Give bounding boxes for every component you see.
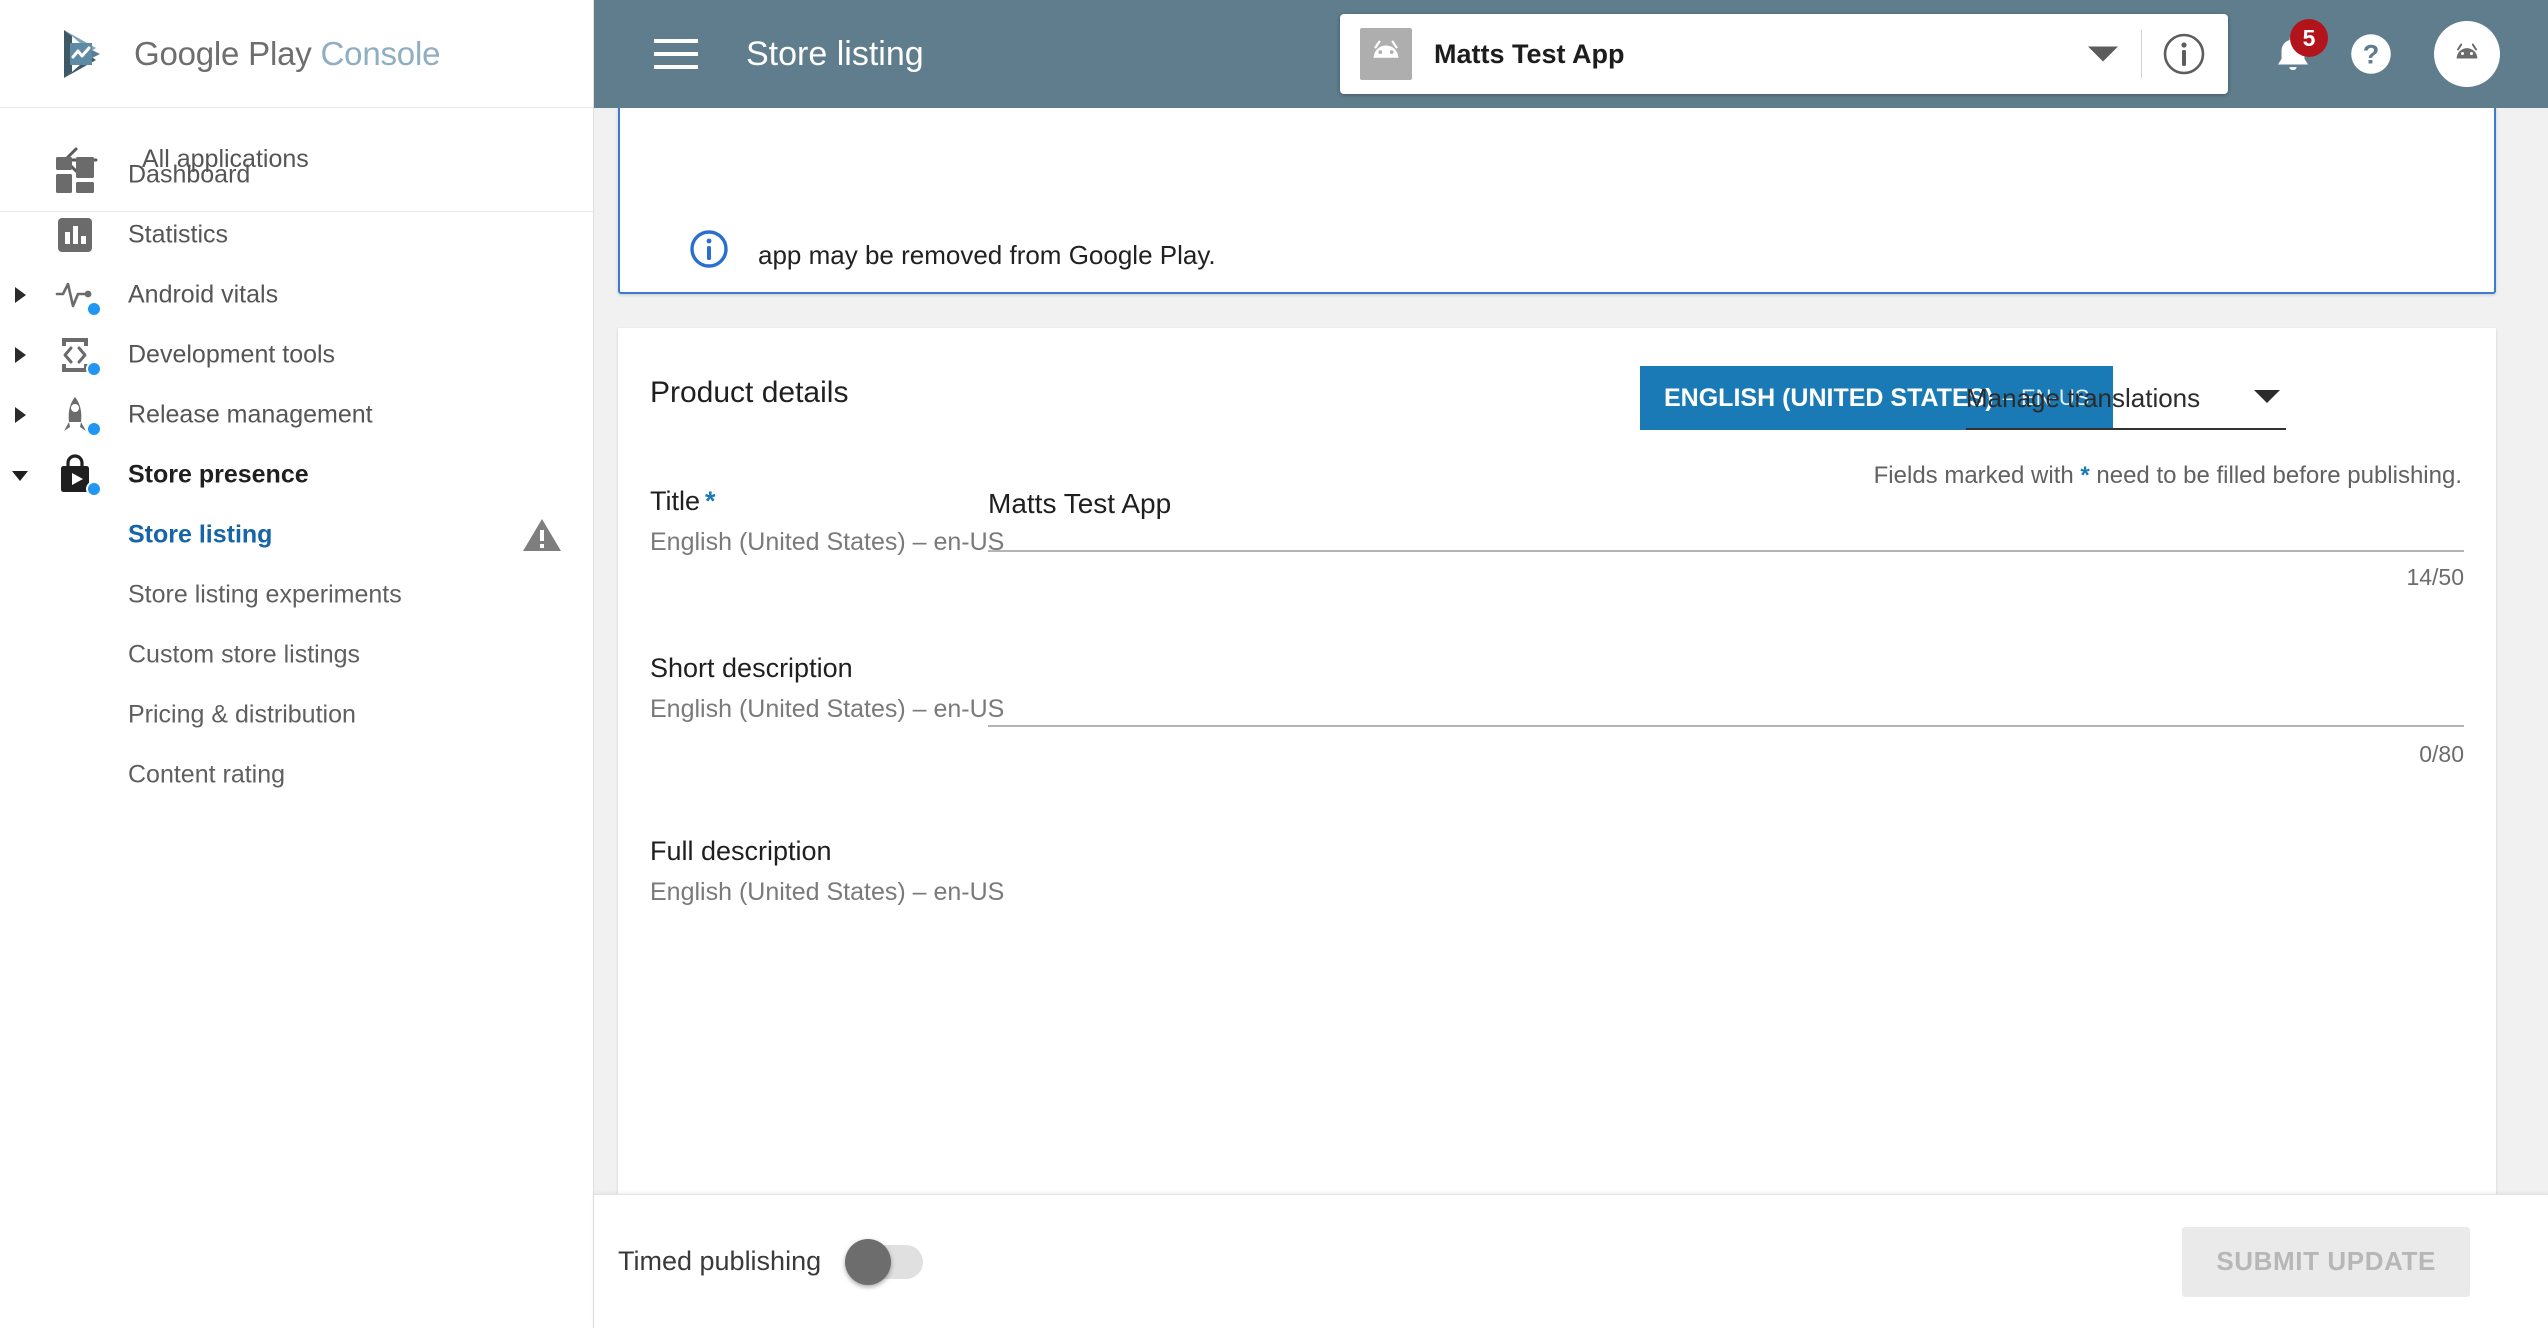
field-sublabel: English (United States) – en-US [650,528,1005,556]
field-sublabel: English (United States) – en-US [650,695,1005,723]
app-root: Google Play Console All applications Das… [0,0,2548,1328]
product-details-title: Product details [650,376,849,409]
footer-action-bar: Timed publishing SUBMIT UPDATE [594,1194,2548,1328]
sidebar: Google Play Console All applications Das… [0,0,594,1328]
manage-translations-dropdown[interactable]: Manage translations [1966,368,2286,430]
short-description-input[interactable] [988,653,2464,727]
chevron-right-icon[interactable] [8,343,32,367]
required-asterisk: * [2080,462,2090,489]
info-circle-icon[interactable] [2160,30,2208,78]
chevron-right-icon[interactable] [8,403,32,427]
manage-translations-label: Manage translations [1966,382,2201,413]
app-selector[interactable]: Matts Test App [1340,14,2228,94]
header-action-icons: 5 ? [2254,0,2548,108]
field-label: Short description [650,653,858,684]
title-input-value: Matts Test App [988,488,1172,519]
required-asterisk: * [705,486,716,516]
chevron-down-icon[interactable] [8,463,32,487]
notice-text: app may be removed from Google Play. [758,240,1216,270]
field-full-description: Full description English (United States)… [650,836,2464,1036]
app-selector-name: Matts Test App [1434,38,1625,69]
timed-publishing-control[interactable]: Timed publishing [618,1238,924,1285]
divider [2141,30,2142,78]
chevron-down-icon [2254,390,2280,403]
top-header-bar: Store listing Matts Test App 5 ? [594,0,2548,108]
toggle-knob [845,1238,892,1285]
info-circle-icon [688,228,730,270]
svg-text:?: ? [2363,38,2380,69]
short-description-char-counter: 0/80 [2419,741,2464,767]
hamburger-menu-icon[interactable] [654,37,698,71]
product-details-card: Product details ENGLISH (UNITED STATES) … [618,328,2496,1194]
notifications-button[interactable]: 5 [2254,15,2332,93]
required-note-after: need to be filled before publishing. [2096,462,2462,489]
chevron-down-icon[interactable] [2088,46,2118,62]
content-area: app may be removed from Google Play. Pro… [594,108,2548,1194]
sidebar-subitem-label: Content rating [128,760,286,789]
submit-update-button[interactable]: SUBMIT UPDATE [2182,1226,2470,1297]
language-chip-main: ENGLISH (UNITED STATES) [1664,383,1994,412]
field-sublabel: English (United States) – en-US [650,878,1005,906]
avatar[interactable] [2434,21,2500,87]
full-description-input[interactable] [988,836,2464,910]
page-title: Store listing [746,34,924,73]
help-button[interactable]: ? [2332,15,2410,93]
info-notice-banner: app may be removed from Google Play. [618,108,2496,294]
title-input[interactable]: Matts Test App [988,488,2464,552]
required-note-before: Fields marked with [1873,462,2074,489]
field-label-text: Short description [650,653,853,683]
android-robot-icon [1360,28,1412,80]
sidebar-item-content-rating[interactable]: Content rating [0,726,593,824]
field-label-text: Full description [650,836,832,866]
title-char-counter: 14/50 [2406,564,2464,590]
sidebar-nav-list: Dashboard Statistics Android vitals Deve… [0,0,593,1120]
notification-count-badge: 5 [2290,19,2328,57]
field-label-text: Title [650,486,701,516]
field-label: Title * [650,486,716,517]
chevron-right-icon[interactable] [8,283,32,307]
timed-publishing-label: Timed publishing [618,1246,822,1276]
timed-publishing-toggle[interactable] [845,1238,924,1285]
field-label: Full description [650,836,837,867]
